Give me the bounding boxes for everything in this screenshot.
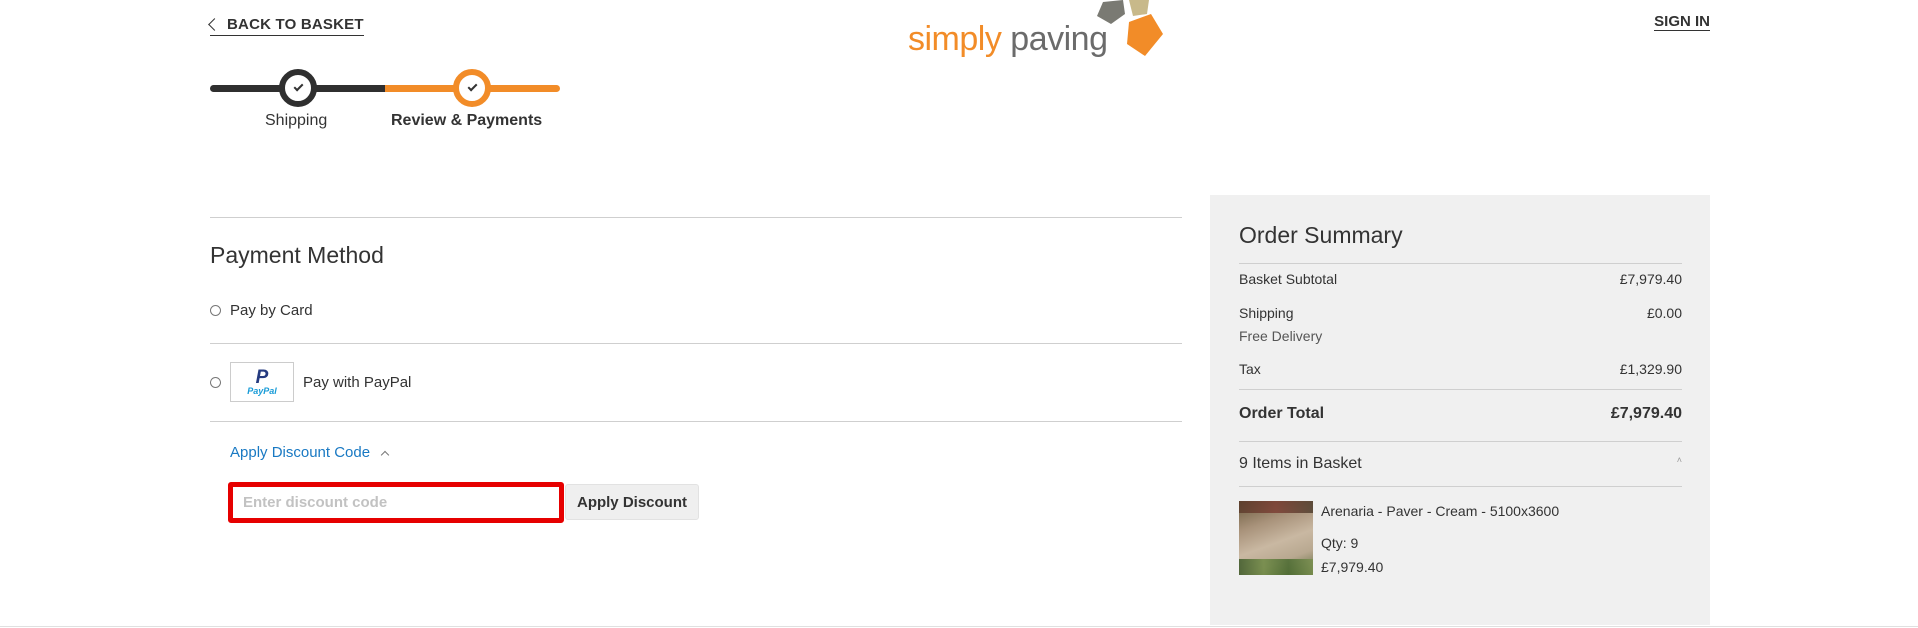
divider: [210, 421, 1182, 422]
checkout-progress: Shipping Review & Payments: [210, 64, 560, 134]
product-price: £7,979.40: [1321, 559, 1384, 575]
sign-in-link[interactable]: SIGN IN: [1654, 13, 1710, 31]
subtotal-label: Basket Subtotal: [1239, 271, 1338, 287]
basket-item: Arenaria - Paver - Cream - 5100x3600 Qty…: [1239, 501, 1682, 577]
order-total-value: £7,979.40: [1610, 405, 1682, 422]
tax-label: Tax: [1239, 361, 1261, 377]
product-name: Arenaria - Paver - Cream - 5100x3600: [1321, 503, 1560, 519]
pay-by-card-radio[interactable]: [210, 305, 221, 316]
step-review-marker: [453, 69, 491, 107]
step-shipping-marker[interactable]: [279, 69, 317, 107]
back-to-basket-label: BACK TO BASKET: [227, 16, 364, 33]
order-total-row: Order Total £7,979.40: [1239, 405, 1682, 423]
pay-with-paypal-option[interactable]: P PayPal Pay with PayPal: [210, 362, 411, 402]
chevron-up-icon: [380, 450, 390, 459]
caret-up-icon: ˄: [1676, 455, 1682, 465]
subtotal-row: Basket Subtotal £7,979.40: [1239, 271, 1682, 287]
pay-by-card-label: Pay by Card: [230, 302, 313, 319]
divider: [1239, 486, 1682, 487]
site-logo[interactable]: simply paving: [908, 0, 1168, 64]
pay-with-paypal-label: Pay with PayPal: [303, 373, 412, 391]
pay-by-card-option[interactable]: Pay by Card: [210, 302, 313, 319]
items-in-basket-toggle[interactable]: 9 Items in Basket ˄: [1239, 455, 1682, 473]
divider: [1239, 389, 1682, 390]
pay-with-paypal-radio[interactable]: [210, 376, 221, 388]
back-to-basket-link[interactable]: BACK TO BASKET: [208, 16, 364, 36]
logo-wordmark: simply paving: [908, 20, 1108, 58]
product-thumbnail[interactable]: [1239, 501, 1313, 575]
check-icon: [293, 81, 303, 92]
tax-value: £1,329.90: [1619, 361, 1682, 377]
divider: [1239, 263, 1682, 264]
shipping-label: Shipping: [1239, 305, 1294, 321]
apply-discount-toggle[interactable]: Apply Discount Code: [230, 444, 390, 461]
order-summary-panel: Order Summary Basket Subtotal £7,979.40 …: [1210, 195, 1710, 625]
shipping-value: £0.00: [1646, 305, 1682, 321]
check-icon: [467, 81, 477, 92]
divider: [210, 217, 1182, 218]
subtotal-value: £7,979.40: [1619, 271, 1682, 287]
paypal-wordmark: PayPal: [247, 385, 277, 396]
divider: [1239, 441, 1682, 442]
chevron-left-icon: [208, 18, 221, 31]
divider: [210, 343, 1182, 344]
shipping-row: Shipping £0.00: [1239, 305, 1682, 321]
payment-method-title: Payment Method: [210, 242, 384, 268]
divider: [0, 626, 1918, 627]
shipping-method-note: Free Delivery: [1239, 328, 1323, 344]
apply-discount-toggle-label: Apply Discount Code: [230, 444, 371, 461]
paypal-logo: P PayPal: [230, 362, 294, 402]
step-review-label: Review & Payments: [391, 112, 543, 129]
logo-pebbles-icon: [1097, 0, 1163, 56]
order-summary-title: Order Summary: [1239, 222, 1403, 248]
paypal-p-icon: P: [255, 366, 269, 388]
order-total-label: Order Total: [1239, 405, 1325, 422]
apply-discount-button[interactable]: Apply Discount: [565, 484, 699, 520]
product-quantity: Qty: 9: [1321, 535, 1359, 551]
tax-row: Tax £1,329.90: [1239, 361, 1682, 377]
step-shipping-label[interactable]: Shipping: [265, 112, 327, 130]
discount-code-input[interactable]: [228, 482, 564, 523]
items-in-basket-label: 9 Items in Basket: [1239, 455, 1362, 472]
